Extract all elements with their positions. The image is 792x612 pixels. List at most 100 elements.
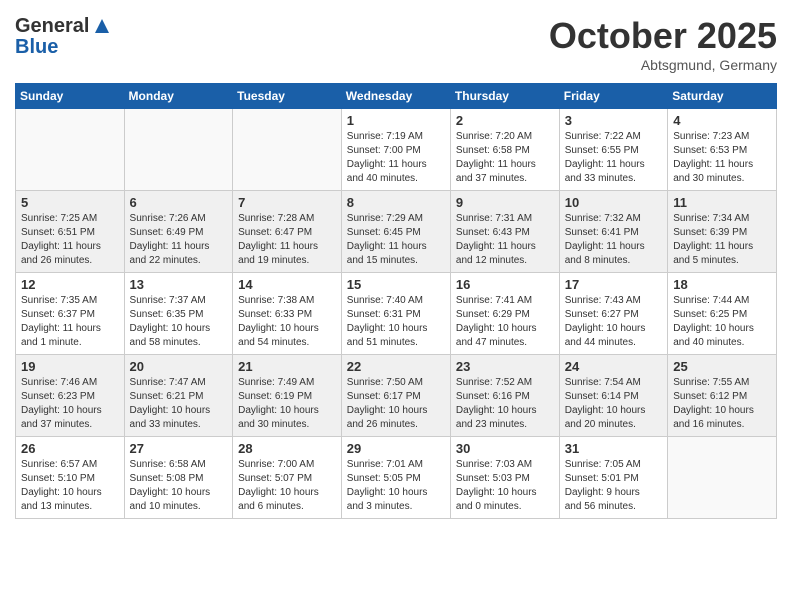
calendar-cell: 4Sunrise: 7:23 AMSunset: 6:53 PMDaylight… [668, 109, 777, 191]
day-number: 19 [21, 359, 119, 374]
calendar-cell [16, 109, 125, 191]
day-info: Sunrise: 7:31 AMSunset: 6:43 PMDaylight:… [456, 212, 554, 268]
calendar-cell: 1 Sunrise: 7:19 AMSunset: 7:00 PMDaylight… [341, 109, 450, 191]
day-info: Sunrise: 7:44 AMSunset: 6:25 PMDaylight:… [673, 294, 771, 350]
calendar-cell: 3 Sunrise: 7:22 AMSunset: 6:55 PMDaylight… [559, 109, 667, 191]
day-info: Sunrise: 7:50 AMSunset: 6:17 PMDaylight:… [347, 376, 445, 432]
day-number: 25 [673, 359, 771, 374]
day-info: Sunrise: 7:40 AMSunset: 6:31 PMDaylight:… [347, 294, 445, 350]
day-number: 31 [565, 441, 662, 456]
logo-general-text: General [15, 16, 89, 36]
day-info: Sunrise: 7:29 AMSunset: 6:45 PMDaylight:… [347, 212, 445, 268]
day-number: 22 [347, 359, 445, 374]
calendar-cell: 18 Sunrise: 7:44 AMSunset: 6:25 PMDayligh… [668, 273, 777, 355]
day-number: 21 [238, 359, 336, 374]
calendar-cell: 28Sunrise: 7:00 AMSunset: 5:07 PMDayligh… [233, 437, 342, 519]
calendar-cell: 21 Sunrise: 7:49 AMSunset: 6:19 PMDayligh… [233, 355, 342, 437]
day-header-friday: Friday [559, 84, 667, 109]
logo: General Blue [15, 15, 113, 57]
day-number: 4 [673, 113, 771, 128]
day-number: 27 [130, 441, 228, 456]
calendar-cell: 15Sunrise: 7:40 AMSunset: 6:31 PMDayligh… [341, 273, 450, 355]
day-info: Sunrise: 7:49 AMSunset: 6:19 PMDaylight:… [238, 376, 336, 432]
day-number: 3 [565, 113, 662, 128]
day-number: 23 [456, 359, 554, 374]
day-info: Sunrise: 7:32 AMSunset: 6:41 PMDaylight:… [565, 212, 662, 268]
day-header-wednesday: Wednesday [341, 84, 450, 109]
day-info: Sunrise: 6:58 AMSunset: 5:08 PMDaylight:… [130, 458, 228, 514]
calendar-cell: 7 Sunrise: 7:28 AMSunset: 6:47 PMDaylight… [233, 191, 342, 273]
calendar-cell: 25Sunrise: 7:55 AMSunset: 6:12 PMDayligh… [668, 355, 777, 437]
calendar-cell: 24Sunrise: 7:54 AMSunset: 6:14 PMDayligh… [559, 355, 667, 437]
day-info: Sunrise: 7:41 AMSunset: 6:29 PMDaylight:… [456, 294, 554, 350]
calendar-cell: 6 Sunrise: 7:26 AMSunset: 6:49 PMDaylight… [124, 191, 233, 273]
location-subtitle: Abtsgmund, Germany [549, 57, 777, 73]
calendar-cell: 11 Sunrise: 7:34 AMSunset: 6:39 PMDayligh… [668, 191, 777, 273]
month-title: October 2025 [549, 15, 777, 57]
day-header-saturday: Saturday [668, 84, 777, 109]
page-header: General Blue October 2025 Abtsgmund, Ger… [15, 15, 777, 73]
day-info: Sunrise: 7:05 AMSunset: 5:01 PMDaylight:… [565, 458, 662, 514]
calendar-header-row: SundayMondayTuesdayWednesdayThursdayFrid… [16, 84, 777, 109]
day-info: Sunrise: 7:03 AMSunset: 5:03 PMDaylight:… [456, 458, 554, 514]
day-info: Sunrise: 6:57 AMSunset: 5:10 PMDaylight:… [21, 458, 119, 514]
day-info: Sunrise: 7:01 AMSunset: 5:05 PMDaylight:… [347, 458, 445, 514]
day-info: Sunrise: 7:35 AMSunset: 6:37 PMDaylight:… [21, 294, 119, 350]
calendar-cell: 29 Sunrise: 7:01 AMSunset: 5:05 PMDayligh… [341, 437, 450, 519]
day-info: Sunrise: 7:47 AMSunset: 6:21 PMDaylight:… [130, 376, 228, 432]
day-number: 7 [238, 195, 336, 210]
day-number: 6 [130, 195, 228, 210]
day-number: 20 [130, 359, 228, 374]
calendar-cell: 9 Sunrise: 7:31 AMSunset: 6:43 PMDaylight… [450, 191, 559, 273]
calendar-cell: 13 Sunrise: 7:37 AMSunset: 6:35 PMDayligh… [124, 273, 233, 355]
day-number: 29 [347, 441, 445, 456]
calendar-cell: 2Sunrise: 7:20 AMSunset: 6:58 PMDaylight… [450, 109, 559, 191]
calendar-cell: 20 Sunrise: 7:47 AMSunset: 6:21 PMDayligh… [124, 355, 233, 437]
day-info: Sunrise: 7:26 AMSunset: 6:49 PMDaylight:… [130, 212, 228, 268]
calendar-cell [124, 109, 233, 191]
calendar-cell: 14 Sunrise: 7:38 AMSunset: 6:33 PMDayligh… [233, 273, 342, 355]
day-info: Sunrise: 7:22 AMSunset: 6:55 PMDaylight:… [565, 130, 662, 186]
day-number: 17 [565, 277, 662, 292]
day-info: Sunrise: 7:52 AMSunset: 6:16 PMDaylight:… [456, 376, 554, 432]
title-section: October 2025 Abtsgmund, Germany [549, 15, 777, 73]
day-number: 26 [21, 441, 119, 456]
day-info: Sunrise: 7:54 AMSunset: 6:14 PMDaylight:… [565, 376, 662, 432]
day-number: 5 [21, 195, 119, 210]
day-info: Sunrise: 7:00 AMSunset: 5:07 PMDaylight:… [238, 458, 336, 514]
day-info: Sunrise: 7:38 AMSunset: 6:33 PMDaylight:… [238, 294, 336, 350]
day-number: 12 [21, 277, 119, 292]
calendar-cell: 19Sunrise: 7:46 AMSunset: 6:23 PMDayligh… [16, 355, 125, 437]
day-header-thursday: Thursday [450, 84, 559, 109]
calendar-week-row: 26 Sunrise: 6:57 AMSunset: 5:10 PMDayligh… [16, 437, 777, 519]
day-header-sunday: Sunday [16, 84, 125, 109]
logo-blue-text: Blue [15, 37, 58, 57]
calendar-week-row: 1 Sunrise: 7:19 AMSunset: 7:00 PMDaylight… [16, 109, 777, 191]
day-info: Sunrise: 7:37 AMSunset: 6:35 PMDaylight:… [130, 294, 228, 350]
day-info: Sunrise: 7:34 AMSunset: 6:39 PMDaylight:… [673, 212, 771, 268]
day-info: Sunrise: 7:28 AMSunset: 6:47 PMDaylight:… [238, 212, 336, 268]
day-info: Sunrise: 7:19 AMSunset: 7:00 PMDaylight:… [347, 130, 445, 186]
day-info: Sunrise: 7:20 AMSunset: 6:58 PMDaylight:… [456, 130, 554, 186]
day-info: Sunrise: 7:25 AMSunset: 6:51 PMDaylight:… [21, 212, 119, 268]
calendar-cell [668, 437, 777, 519]
calendar-cell: 27 Sunrise: 6:58 AMSunset: 5:08 PMDayligh… [124, 437, 233, 519]
calendar-cell: 30 Sunrise: 7:03 AMSunset: 5:03 PMDayligh… [450, 437, 559, 519]
calendar-table: SundayMondayTuesdayWednesdayThursdayFrid… [15, 83, 777, 519]
day-number: 9 [456, 195, 554, 210]
day-number: 1 [347, 113, 445, 128]
calendar-cell: 22 Sunrise: 7:50 AMSunset: 6:17 PMDayligh… [341, 355, 450, 437]
day-number: 13 [130, 277, 228, 292]
day-number: 14 [238, 277, 336, 292]
calendar-cell [233, 109, 342, 191]
day-number: 30 [456, 441, 554, 456]
logo-icon [91, 15, 113, 37]
calendar-week-row: 19Sunrise: 7:46 AMSunset: 6:23 PMDayligh… [16, 355, 777, 437]
day-info: Sunrise: 7:43 AMSunset: 6:27 PMDaylight:… [565, 294, 662, 350]
day-number: 18 [673, 277, 771, 292]
calendar-cell: 17 Sunrise: 7:43 AMSunset: 6:27 PMDayligh… [559, 273, 667, 355]
day-number: 16 [456, 277, 554, 292]
calendar-cell: 8Sunrise: 7:29 AMSunset: 6:45 PMDaylight… [341, 191, 450, 273]
day-number: 11 [673, 195, 771, 210]
calendar-cell: 16 Sunrise: 7:41 AMSunset: 6:29 PMDayligh… [450, 273, 559, 355]
